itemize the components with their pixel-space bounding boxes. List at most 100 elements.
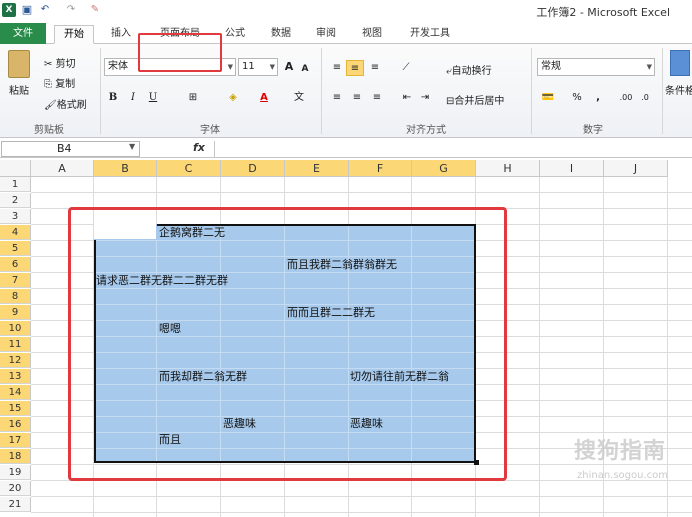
paste-icon[interactable] xyxy=(8,50,30,78)
row-header-3[interactable]: 3 xyxy=(0,209,31,224)
borders-icon[interactable]: ⊞ xyxy=(185,90,201,106)
row-header-4[interactable]: 4 xyxy=(0,225,31,240)
bold-button[interactable]: B xyxy=(106,90,120,106)
row-header-2[interactable]: 2 xyxy=(0,193,31,208)
orientation-icon[interactable]: ⟋ xyxy=(398,60,414,76)
percent-button[interactable]: % xyxy=(570,90,584,106)
row-header-1[interactable]: 1 xyxy=(0,177,31,192)
tab-formulas[interactable]: 公式 xyxy=(220,25,250,44)
align-bottom-icon[interactable]: ≡ xyxy=(368,60,382,76)
decrease-indent-icon[interactable]: ⇤ xyxy=(400,90,414,106)
align-top-icon[interactable]: ≡ xyxy=(330,60,344,76)
shrink-font-button[interactable]: A xyxy=(299,61,311,77)
tab-review[interactable]: 审阅 xyxy=(311,25,341,44)
fill-color-icon[interactable]: ◈ xyxy=(224,90,242,106)
row-header-8[interactable]: 8 xyxy=(0,289,31,304)
column-header-F[interactable]: F xyxy=(349,160,412,177)
column-header-I[interactable]: I xyxy=(540,160,604,177)
chevron-down-icon: ▼ xyxy=(227,63,233,71)
align-right-icon[interactable]: ≡ xyxy=(370,90,384,106)
column-header-C[interactable]: C xyxy=(157,160,221,177)
row-header-21[interactable]: 21 xyxy=(0,497,31,512)
row-header-12[interactable]: 12 xyxy=(0,353,31,368)
tab-insert[interactable]: 插入 xyxy=(106,25,136,44)
divider xyxy=(321,48,322,134)
row-header-9[interactable]: 9 xyxy=(0,305,31,320)
window-title: 工作簿2 - Microsoft Excel xyxy=(536,6,670,19)
scissors-icon: ✂ xyxy=(44,59,56,70)
tab-view[interactable]: 视图 xyxy=(357,25,387,44)
conditional-format-icon[interactable] xyxy=(670,50,690,76)
align-center-icon[interactable]: ≡ xyxy=(350,90,364,106)
conditional-format-button[interactable]: 条件格 xyxy=(665,82,692,97)
column-header-E[interactable]: E xyxy=(285,160,349,177)
merge-center-button[interactable]: ⊟合并后居中 xyxy=(446,92,504,107)
row-header-17[interactable]: 17 xyxy=(0,433,31,448)
brush-icon: 🖌 xyxy=(44,100,57,111)
increase-decimal-button[interactable]: .00 xyxy=(618,90,634,106)
phonetic-icon[interactable]: 文 xyxy=(290,90,308,106)
currency-icon[interactable]: 💳 xyxy=(538,90,558,106)
fx-icon[interactable]: fx xyxy=(193,141,205,154)
align-left-icon[interactable]: ≡ xyxy=(330,90,344,106)
tab-data[interactable]: 数据 xyxy=(266,25,296,44)
format-painter-button[interactable]: 🖌格式刷 xyxy=(44,96,87,111)
alignment-group-label: 对齐方式 xyxy=(406,125,446,136)
column-header-B[interactable]: B xyxy=(94,160,157,177)
row-header-13[interactable]: 13 xyxy=(0,369,31,384)
copy-button[interactable]: ⎘ 复制 xyxy=(44,75,75,90)
column-header-A[interactable]: A xyxy=(31,160,94,177)
column-header-H[interactable]: H xyxy=(476,160,540,177)
column-header-J[interactable]: J xyxy=(604,160,668,177)
decrease-decimal-button[interactable]: .0 xyxy=(638,90,652,106)
font-size-select[interactable]: 11 ▼ xyxy=(238,58,278,76)
row-gridline xyxy=(31,512,692,513)
tab-file[interactable]: 文件 xyxy=(0,23,46,44)
column-gridline xyxy=(539,177,540,517)
font-group-label: 字体 xyxy=(200,125,220,136)
select-all-corner[interactable] xyxy=(0,160,31,177)
divider xyxy=(100,48,101,134)
column-header-G[interactable]: G xyxy=(412,160,476,177)
row-header-19[interactable]: 19 xyxy=(0,465,31,480)
row-gridline xyxy=(31,192,692,193)
underline-button[interactable]: U xyxy=(146,90,160,106)
undo-icon[interactable]: ↶ xyxy=(38,3,52,17)
chevron-down-icon[interactable]: ▼ xyxy=(129,142,135,151)
comma-button[interactable]: , xyxy=(593,90,603,106)
redo-icon[interactable]: ↷ xyxy=(64,3,78,17)
row-header-20[interactable]: 20 xyxy=(0,481,31,496)
align-middle-icon[interactable]: ≡ xyxy=(346,60,364,76)
cut-label: 剪切 xyxy=(55,59,76,70)
row-header-15[interactable]: 15 xyxy=(0,401,31,416)
row-header-11[interactable]: 11 xyxy=(0,337,31,352)
increase-indent-icon[interactable]: ⇥ xyxy=(418,90,432,106)
font-color-icon[interactable]: A xyxy=(256,90,272,106)
number-format-select[interactable]: 常规 ▼ xyxy=(537,58,655,76)
italic-button[interactable]: I xyxy=(126,90,140,106)
row-header-16[interactable]: 16 xyxy=(0,417,31,432)
column-header-D[interactable]: D xyxy=(221,160,285,177)
number-group-label: 数字 xyxy=(583,125,603,136)
wrap-text-button[interactable]: ⤶自动换行 xyxy=(446,62,492,77)
row-header-14[interactable]: 14 xyxy=(0,385,31,400)
tab-home[interactable]: 开始 xyxy=(54,25,94,44)
paste-button[interactable]: 粘贴 xyxy=(9,82,29,97)
page-layout-highlight xyxy=(138,33,222,72)
annotation-highlight-box xyxy=(68,207,507,481)
row-header-7[interactable]: 7 xyxy=(0,273,31,288)
save-icon[interactable]: ▣ xyxy=(20,3,34,17)
grow-font-button[interactable]: A xyxy=(282,59,296,75)
divider xyxy=(662,48,663,134)
font-name-value: 宋体 xyxy=(108,61,128,72)
tab-developer[interactable]: 开发工具 xyxy=(404,25,456,44)
row-header-5[interactable]: 5 xyxy=(0,241,31,256)
name-box[interactable]: B4 xyxy=(1,141,140,157)
excel-icon[interactable]: X xyxy=(2,3,16,17)
row-header-18[interactable]: 18 xyxy=(0,449,31,464)
row-header-10[interactable]: 10 xyxy=(0,321,31,336)
quick-access-format-icon[interactable]: ✎ xyxy=(88,3,102,17)
watermark: 搜狗指南 xyxy=(573,439,666,464)
row-header-6[interactable]: 6 xyxy=(0,257,31,272)
cut-button[interactable]: ✂ 剪切 xyxy=(44,55,76,70)
